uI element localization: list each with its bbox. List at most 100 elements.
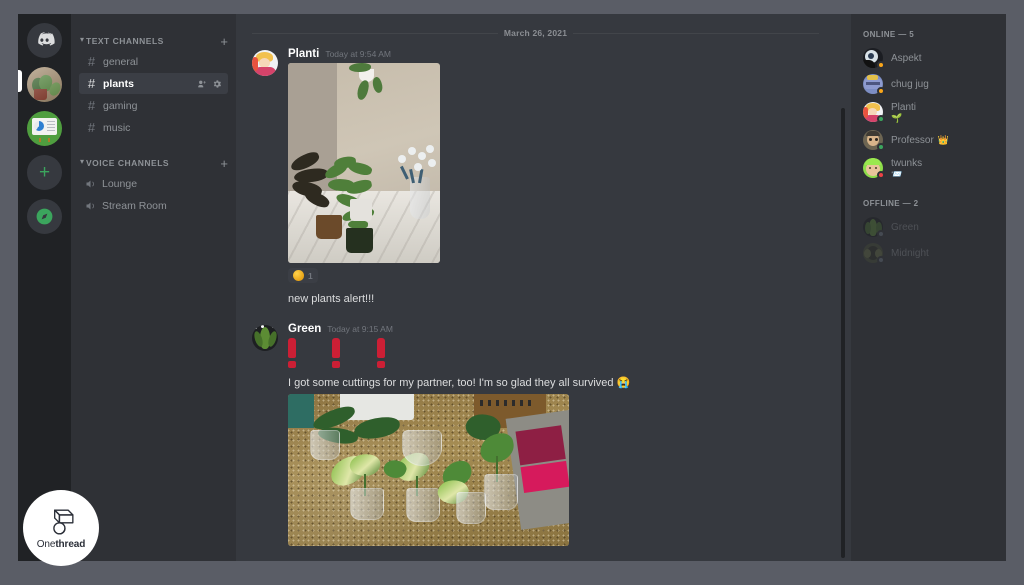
watermark-suffix: thread — [55, 538, 86, 550]
photo-glass-jar — [406, 487, 440, 522]
message-body: Green Today at 9:15 AM I got some cuttin… — [288, 323, 819, 546]
photo-white-pot — [350, 199, 372, 221]
pie-chart-icon — [34, 121, 44, 131]
member-list-offline-header: OFFLINE — 2 — [863, 199, 919, 208]
hash-icon: # — [87, 54, 96, 69]
message-timestamp: Today at 9:54 AM — [325, 49, 391, 59]
reaction-count: 1 — [308, 270, 313, 281]
message-attachment-image[interactable] — [288, 393, 569, 546]
message-reaction[interactable]: 1 — [288, 268, 318, 283]
member-item-midnight[interactable]: Midnight — [859, 240, 998, 266]
watermark-label: Onethread — [37, 539, 86, 550]
channel-item-lounge[interactable]: Lounge — [79, 173, 228, 194]
channel-item-music[interactable]: # music — [79, 117, 228, 138]
status-badge — [877, 143, 885, 151]
member-item-aspekt[interactable]: Aspekt — [859, 45, 998, 71]
onethread-watermark: Onethread — [23, 490, 99, 566]
avatar[interactable] — [252, 324, 278, 351]
exclamation-mark-icon — [332, 337, 341, 368]
photo-glass-vase — [410, 177, 430, 219]
server-icon-board-server[interactable] — [27, 111, 62, 146]
speaker-icon — [86, 202, 94, 209]
photo-glass-jar — [402, 429, 442, 466]
member-name: twunks — [891, 157, 923, 169]
member-item-green[interactable]: Green — [859, 214, 998, 240]
chat-scrollbar[interactable] — [841, 108, 845, 558]
member-name: Professor — [891, 134, 934, 146]
add-channel-button[interactable]: + — [220, 35, 228, 48]
divider-line — [252, 32, 498, 34]
category-text-channels[interactable]: ▾ TEXT CHANNELS + — [71, 32, 236, 50]
avatar-art — [252, 324, 278, 351]
member-name: Planti — [891, 101, 917, 113]
server-icon-plants-server[interactable] — [27, 67, 62, 102]
chevron-down-icon: ▾ — [80, 157, 85, 166]
active-server-indicator — [18, 70, 22, 92]
member-item-planti[interactable]: Planti 🌱 — [859, 97, 998, 127]
chevron-down-icon: ▾ — [80, 35, 85, 44]
photo-glass-jar — [310, 429, 340, 460]
avatar-art — [252, 50, 278, 76]
date-divider: March 26, 2021 — [252, 28, 820, 38]
photo-teal-object — [288, 393, 314, 428]
channel-label: music — [103, 121, 131, 134]
status-badge — [877, 87, 885, 95]
member-custom-status: 🌱 — [891, 112, 903, 123]
add-server-button[interactable]: + — [27, 155, 62, 190]
message-author[interactable]: Green — [288, 323, 321, 335]
member-list: ONLINE — 5 Aspekt chug jug Planti 🌱 Prof… — [851, 14, 1006, 561]
settings-gear-icon[interactable] — [212, 79, 222, 89]
member-item-professor[interactable]: Professor 👑 — [859, 127, 998, 153]
message-attachment-image[interactable] — [288, 63, 440, 263]
compass-icon — [36, 208, 53, 225]
explore-servers-button[interactable] — [27, 199, 62, 234]
hash-icon: # — [87, 120, 96, 135]
channel-label: plants — [103, 77, 134, 90]
message-header: Planti Today at 9:54 AM — [288, 48, 819, 60]
plus-icon: + — [38, 162, 51, 183]
avatar — [863, 48, 885, 69]
status-badge — [877, 256, 885, 264]
avatar — [863, 217, 885, 238]
discord-logo-icon — [38, 32, 55, 46]
avatar — [863, 74, 885, 95]
add-member-icon[interactable] — [197, 79, 207, 89]
avatar[interactable] — [252, 50, 278, 76]
photo-glass-jar — [484, 473, 518, 510]
member-name: Green — [891, 221, 919, 233]
member-item-twunks[interactable]: twunks 📨 — [859, 153, 998, 183]
message-list: March 26, 2021 Planti Today at 9:54 AM 1… — [236, 14, 835, 561]
channel-label: Stream Room — [102, 199, 167, 212]
message-text: I got some cuttings for my partner, too!… — [288, 376, 631, 389]
avatar — [863, 158, 885, 179]
member-custom-status: 📨 — [891, 168, 903, 179]
channel-item-stream-room[interactable]: Stream Room — [79, 195, 228, 216]
avatar — [863, 130, 885, 151]
add-channel-button[interactable]: + — [220, 157, 228, 170]
exclamation-mark-icon — [376, 337, 385, 368]
message-author[interactable]: Planti — [288, 48, 319, 60]
channel-item-gaming[interactable]: # gaming — [79, 95, 228, 116]
photo-glass-jar — [456, 491, 486, 524]
crown-badge-icon: 👑 — [937, 134, 950, 145]
divider-line — [573, 32, 820, 34]
channel-item-plants[interactable]: # plants — [79, 73, 228, 94]
channel-item-general[interactable]: # general — [79, 51, 228, 72]
clap-emoji-icon — [293, 270, 304, 281]
jumbo-exclamation-emoji — [288, 337, 819, 368]
date-divider-label: March 26, 2021 — [503, 28, 568, 38]
message-header: Green Today at 9:15 AM — [288, 323, 819, 335]
category-voice-channels[interactable]: ▾ VOICE CHANNELS + — [71, 154, 236, 172]
channel-sidebar: ▾ TEXT CHANNELS + # general # plants # g… — [71, 14, 236, 561]
onethread-logo-icon — [53, 508, 74, 535]
server-icon-discord-home[interactable] — [27, 23, 62, 58]
speaker-icon — [86, 180, 94, 187]
member-name: Aspekt — [891, 52, 922, 64]
bar-lines-shape — [47, 121, 55, 131]
channel-label: gaming — [103, 99, 138, 112]
avatar — [863, 243, 885, 264]
image-overlay — [27, 67, 62, 102]
avatar — [863, 102, 885, 123]
channel-label: Lounge — [102, 177, 138, 190]
member-item-chug-jug[interactable]: chug jug — [859, 71, 998, 97]
